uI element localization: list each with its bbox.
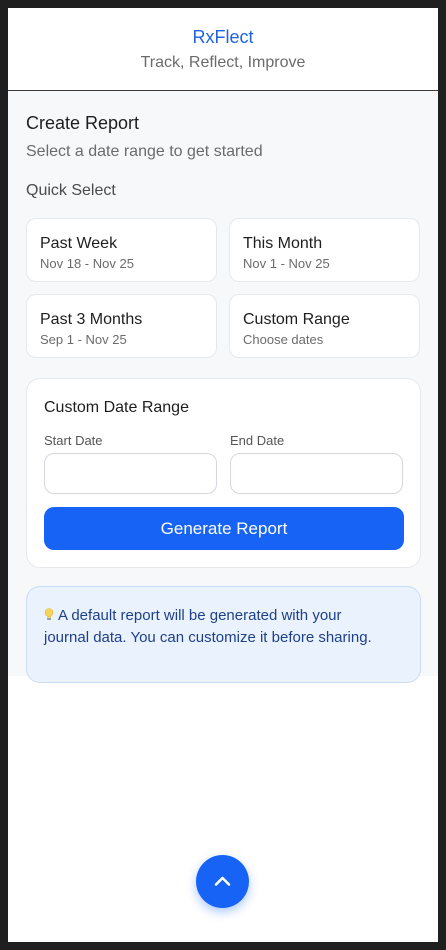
generate-report-button[interactable]: Generate Report xyxy=(44,507,404,550)
end-date-input[interactable] xyxy=(230,453,403,494)
start-date-input[interactable] xyxy=(44,453,217,494)
quick-option-label: Custom Range xyxy=(243,311,350,328)
page-subtitle: Select a date range to get started xyxy=(26,143,263,160)
quick-option-label: Past 3 Months xyxy=(40,311,143,328)
app-header: RxFlect Track, Reflect, Improve xyxy=(8,8,438,91)
quick-option-label: Past Week xyxy=(40,235,118,252)
custom-range-title: Custom Date Range xyxy=(44,399,189,416)
quick-option-past-week[interactable]: Past Week Nov 18 - Nov 25 xyxy=(26,218,217,282)
info-notice: A default report will be generated with … xyxy=(26,586,421,683)
custom-date-range-panel: Custom Date Range Start Date End Date Ge… xyxy=(26,378,421,568)
start-date-label: Start Date xyxy=(44,433,103,448)
quick-option-range: Nov 18 - Nov 25 xyxy=(40,256,134,271)
quick-option-past-3-months[interactable]: Past 3 Months Sep 1 - Nov 25 xyxy=(26,294,217,358)
quick-option-range: Choose dates xyxy=(243,332,324,347)
quick-select-label: Quick Select xyxy=(26,182,116,199)
report-content: Create Report Select a date range to get… xyxy=(8,91,438,683)
page-title: Create Report xyxy=(26,113,140,133)
info-text-block: A default report will be generated with … xyxy=(44,605,389,649)
end-date-label: End Date xyxy=(230,433,285,448)
lightbulb-icon xyxy=(44,606,54,620)
quick-option-custom-range[interactable]: Custom Range Choose dates xyxy=(229,294,420,358)
app-tagline: Track, Reflect, Improve xyxy=(140,54,306,71)
quick-option-range: Nov 1 - Nov 25 xyxy=(243,256,330,271)
app-screen: RxFlect Track, Reflect, Improve Create R… xyxy=(8,8,438,942)
scroll-to-top-button[interactable] xyxy=(196,855,249,908)
info-text: A default report will be generated with … xyxy=(44,607,372,646)
app-title: RxFlect xyxy=(192,27,254,47)
chevron-up-icon xyxy=(214,876,231,886)
quick-option-range: Sep 1 - Nov 25 xyxy=(40,332,127,347)
quick-option-this-month[interactable]: This Month Nov 1 - Nov 25 xyxy=(229,218,420,282)
quick-option-label: This Month xyxy=(243,235,323,252)
